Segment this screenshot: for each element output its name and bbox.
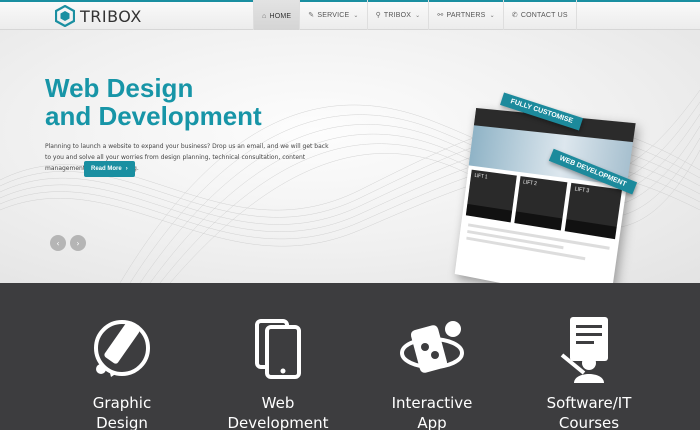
- services-section: Graphic Design Web Development Interacti…: [0, 283, 700, 430]
- nav-contact-label: CONTACT US: [520, 11, 568, 19]
- nav-service[interactable]: ✎ SERVICE ⌄: [299, 0, 366, 30]
- phone-icon: ✆: [511, 12, 518, 19]
- service-label: Graphic Design: [47, 393, 197, 430]
- read-more-label: Read More: [91, 166, 122, 172]
- service-label: Web Development: [203, 393, 353, 430]
- website-mockup-image: LIFT 1 LIFT 2 LIFT 3 FULLY CUSTOMISE WEB: [440, 70, 650, 283]
- arrow-right-icon: ›: [125, 166, 128, 172]
- hero-title: Web Design and Development: [45, 74, 262, 130]
- main-nav: ⌂ HOME ✎ SERVICE ⌄ ⚲ TRIBOX ⌄ ⚯ PARTNERS…: [253, 0, 577, 33]
- mockup-lift-2: LIFT 2: [513, 176, 568, 231]
- service-line-1: Graphic: [92, 394, 152, 412]
- nav-partners-label: PARTNERS: [446, 11, 486, 19]
- service-label: Interactive App: [357, 393, 507, 430]
- mockup-lift-3-label: LIFT 3: [574, 186, 590, 195]
- software-courses-icon: [560, 317, 608, 383]
- hero-title-line-1: Web Design: [45, 73, 194, 103]
- slider-next-button[interactable]: ›: [70, 235, 86, 251]
- logo-text: TRIBOX: [80, 6, 142, 26]
- top-navbar: TRIBOX ⌂ HOME ✎ SERVICE ⌄ ⚲ TRIBOX ⌄ ⚯ P…: [0, 0, 700, 33]
- mockup-lift-1: LIFT 1: [465, 169, 517, 223]
- mockup-lift-3: LIFT 3: [565, 182, 623, 240]
- nav-service-label: SERVICE: [317, 11, 350, 19]
- hero-title-line-2: and Development: [45, 101, 262, 131]
- graphic-design-icon: [94, 320, 150, 377]
- hero-slider: Web Design and Development Planning to l…: [0, 30, 700, 283]
- link-icon: ⚯: [437, 12, 444, 19]
- service-line-2: Design: [96, 414, 148, 430]
- edit-icon: ✎: [308, 12, 315, 19]
- hexagon-logo-icon: [55, 5, 75, 27]
- service-line-1: Software/IT: [546, 394, 632, 412]
- service-label: Software/IT Courses: [514, 393, 664, 430]
- web-development-icon: [255, 319, 301, 379]
- nav-home-label: HOME: [269, 13, 292, 20]
- chevron-down-icon: ⌄: [353, 12, 359, 19]
- slider-prev-button[interactable]: ‹: [50, 235, 66, 251]
- nav-home[interactable]: ⌂ HOME: [253, 0, 300, 33]
- service-line-2: Courses: [558, 414, 620, 430]
- nav-tribox-label: TRIBOX: [383, 11, 412, 19]
- nav-contact-us[interactable]: ✆ CONTACT US: [502, 0, 577, 30]
- nav-partners[interactable]: ⚯ PARTNERS ⌄: [428, 0, 502, 30]
- nav-tribox[interactable]: ⚲ TRIBOX ⌄: [366, 0, 429, 30]
- service-line-2: Development: [227, 414, 329, 430]
- home-icon: ⌂: [262, 13, 267, 20]
- chevron-down-icon: ⌄: [415, 12, 421, 19]
- chevron-right-icon: ›: [76, 238, 80, 248]
- mockup-lift-2-label: LIFT 2: [522, 179, 538, 188]
- chevron-left-icon: ‹: [56, 238, 60, 248]
- mockup-lift-1-label: LIFT 1: [474, 172, 488, 181]
- read-more-button[interactable]: Read More ›: [84, 161, 135, 177]
- service-line-1: Interactive: [391, 394, 473, 412]
- logo[interactable]: TRIBOX: [55, 5, 142, 27]
- mockup-screenshot: LIFT 1 LIFT 2 LIFT 3: [454, 107, 636, 283]
- service-line-2: App: [417, 414, 447, 430]
- service-line-1: Web: [261, 394, 295, 412]
- chevron-down-icon: ⌄: [489, 12, 495, 19]
- search-icon: ⚲: [375, 12, 381, 19]
- interactive-app-icon: [400, 321, 464, 373]
